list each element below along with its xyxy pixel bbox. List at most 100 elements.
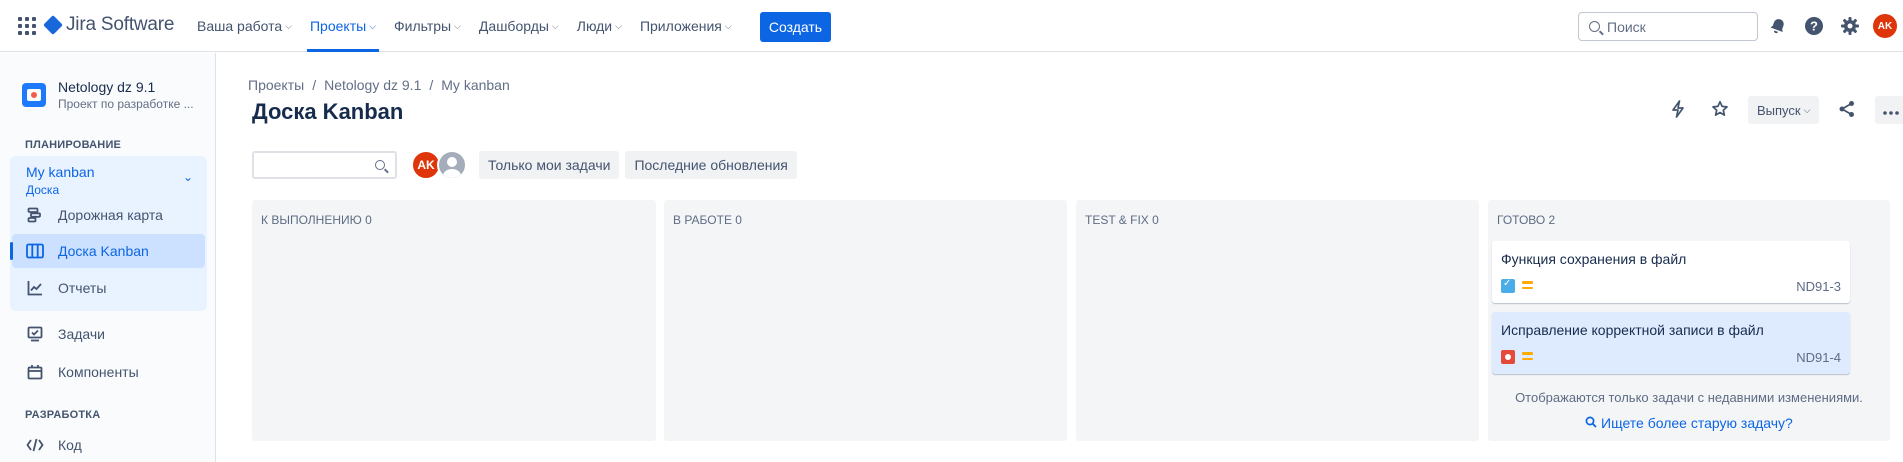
column-header: ГОТОВО 2 — [1497, 213, 1556, 227]
chevron-down-icon: ⌵ — [285, 20, 292, 31]
release-label: Выпуск — [1757, 102, 1801, 118]
board-filters: AK Только мои задачи Последние обновлени… — [252, 150, 797, 180]
column-header: В РАБОТЕ 0 — [673, 213, 742, 227]
board-name: My kanban — [26, 164, 95, 180]
priority-medium-icon — [1522, 352, 1533, 361]
menu-your-work[interactable]: Ваша работа ⌵ — [194, 0, 295, 52]
sidebar-item-components[interactable]: Компоненты — [12, 355, 205, 389]
user-avatar[interactable]: AK — [1873, 14, 1897, 38]
top-navigation: Jira Software Ваша работа ⌵ Проекты ⌵ Филь… — [0, 0, 1903, 52]
board-type: Доска — [26, 183, 60, 197]
menu-label: Ваша работа — [197, 18, 283, 34]
breadcrumb-projects[interactable]: Проекты — [248, 77, 304, 93]
notifications-icon[interactable] — [1765, 13, 1791, 39]
main-menu: Ваша работа ⌵ Проекты ⌵ Фильтры ⌵ Дашборды ⌵… — [194, 0, 747, 52]
menu-people[interactable]: Люди ⌵ — [574, 0, 625, 52]
jira-diamond-icon — [43, 15, 63, 35]
search-icon — [375, 160, 385, 170]
board-search-input[interactable] — [252, 151, 397, 179]
roadmap-icon — [26, 206, 44, 224]
menu-projects[interactable]: Проекты ⌵ — [306, 0, 380, 52]
menu-label: Приложения — [639, 18, 722, 34]
create-button[interactable]: Создать — [760, 12, 831, 42]
project-type: Проект по разработке ... — [58, 97, 194, 111]
done-column-note: Отображаются только задачи с недавними и… — [1515, 390, 1863, 405]
sidebar-item-label: Код — [58, 437, 82, 453]
share-icon — [1838, 100, 1856, 121]
sidebar-item-kanban-board[interactable]: Доска Kanban — [10, 234, 205, 268]
code-icon — [26, 436, 44, 454]
unassigned-avatar-filter[interactable] — [437, 150, 467, 180]
issue-card[interactable]: Исправление корректной записи в файл ND9… — [1492, 312, 1850, 374]
issue-key[interactable]: ND91-4 — [1796, 350, 1841, 365]
svg-text:?: ? — [1810, 19, 1818, 34]
star-button[interactable] — [1706, 96, 1734, 124]
search-icon — [1589, 21, 1600, 32]
menu-dashboards[interactable]: Дашборды ⌵ — [476, 0, 562, 52]
priority-medium-icon — [1522, 281, 1533, 290]
issue-key[interactable]: ND91-3 — [1796, 279, 1841, 294]
logo-text: Jira Software — [66, 14, 175, 35]
board-header-actions: Выпуск ⌵ — [1664, 96, 1903, 124]
sidebar-item-issues[interactable]: Задачи — [12, 317, 205, 351]
chevron-down-icon: ⌵ — [1803, 104, 1811, 115]
project-sidebar: Netology dz 9.1 Проект по разработке ...… — [0, 53, 216, 462]
search-icon — [1585, 415, 1601, 431]
more-actions-button[interactable] — [1875, 96, 1903, 124]
sidebar-item-reports[interactable]: Отчеты — [12, 271, 205, 305]
page-title: Доска Kanban — [252, 99, 404, 124]
chevron-down-icon: ⌵ — [454, 20, 461, 31]
planning-section-header: ПЛАНИРОВАНИЕ — [25, 139, 122, 151]
project-header[interactable]: Netology dz 9.1 Проект по разработке ... — [22, 79, 194, 111]
issue-card-summary: Исправление корректной записи в файл — [1501, 322, 1764, 338]
app-switcher-icon[interactable] — [18, 17, 36, 35]
breadcrumb-separator: / — [429, 77, 434, 93]
sidebar-item-label: Отчеты — [58, 280, 107, 296]
issue-card[interactable]: Функция сохранения в файл ND91-3 — [1492, 241, 1850, 303]
sidebar-item-roadmap[interactable]: Дорожная карта — [12, 198, 205, 232]
board-column-in-progress: В РАБОТЕ 0 — [664, 200, 1067, 441]
board-icon — [26, 242, 44, 260]
reports-icon — [26, 279, 44, 297]
sidebar-item-label: Дорожная карта — [58, 207, 163, 223]
automation-button[interactable] — [1664, 96, 1692, 124]
older-issues-link[interactable]: Ищете более старую задачу? — [1488, 415, 1890, 431]
help-icon[interactable]: ? — [1801, 13, 1827, 39]
development-section-header: РАЗРАБОТКА — [25, 409, 101, 421]
sidebar-item-label: Компоненты — [58, 364, 139, 380]
sidebar-item-code[interactable]: Код — [12, 428, 205, 462]
menu-apps[interactable]: Приложения ⌵ — [637, 0, 735, 52]
menu-label: Проекты — [309, 18, 367, 34]
chevron-down-icon: ⌵ — [724, 20, 732, 31]
global-search[interactable] — [1578, 12, 1758, 41]
release-button[interactable]: Выпуск ⌵ — [1748, 96, 1820, 124]
only-my-issues-filter[interactable]: Только мои задачи — [479, 151, 620, 179]
sidebar-item-label: Задачи — [58, 326, 106, 342]
star-icon — [1711, 100, 1729, 121]
chevron-down-icon: ⌵ — [369, 20, 376, 31]
board-column-done: ГОТОВО 2 Функция сохранения в файл ND91-… — [1488, 200, 1890, 441]
column-header: К ВЫПОЛНЕНИЮ 0 — [261, 213, 372, 227]
share-button[interactable] — [1833, 96, 1861, 124]
older-issues-link-label: Ищете более старую задачу? — [1601, 415, 1793, 431]
breadcrumb-separator: / — [312, 77, 317, 93]
settings-gear-icon[interactable] — [1837, 13, 1863, 39]
menu-filters[interactable]: Фильтры ⌵ — [391, 0, 464, 52]
breadcrumb-board[interactable]: My kanban — [441, 77, 509, 93]
board-column-todo: К ВЫПОЛНЕНИЮ 0 — [252, 200, 656, 441]
breadcrumb: Проекты / Netology dz 9.1 / My kanban — [248, 77, 510, 93]
jira-logo[interactable]: Jira Software — [43, 14, 175, 36]
components-icon — [26, 363, 44, 381]
chevron-down-icon: ⌵ — [615, 20, 622, 31]
recently-updated-filter[interactable]: Последние обновления — [625, 151, 797, 179]
sidebar-item-label: Доска Kanban — [58, 243, 149, 259]
breadcrumb-project[interactable]: Netology dz 9.1 — [324, 77, 421, 93]
column-header: TEST & FIX 0 — [1085, 213, 1159, 227]
project-avatar-icon — [22, 83, 46, 107]
top-icons: ? AK — [1765, 13, 1897, 39]
menu-label: Дашборды — [478, 18, 549, 34]
chevron-down-icon[interactable]: ⌄ — [183, 170, 193, 184]
more-horizontal-icon — [1883, 102, 1900, 118]
search-input[interactable] — [1607, 18, 1747, 35]
lightning-icon — [1670, 99, 1686, 121]
